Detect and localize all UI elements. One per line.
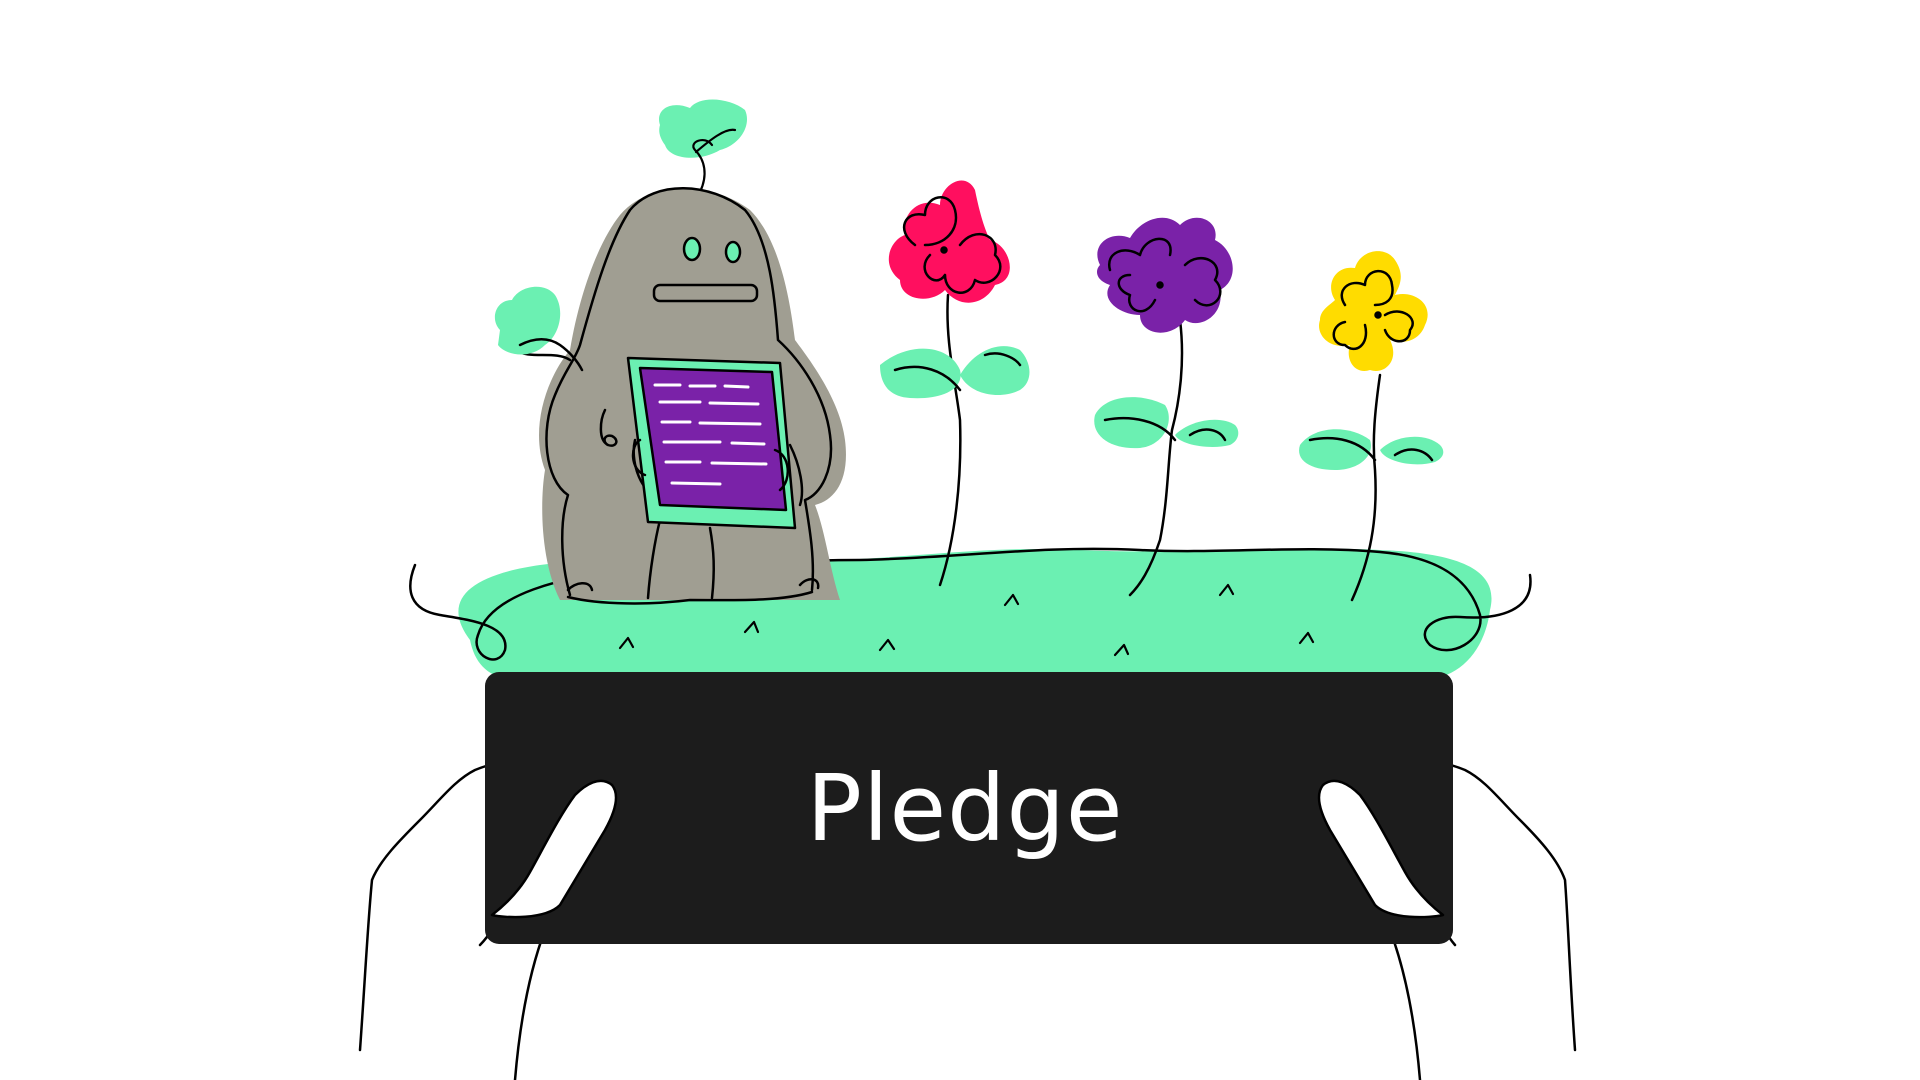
- yellow-flower-icon: [1299, 251, 1444, 602]
- sprout-leaf-icon: [494, 286, 561, 355]
- pink-flower-icon: [880, 180, 1030, 587]
- sprout-leaf-icon: [659, 99, 748, 158]
- pledge-illustration: Pledge: [358, 99, 1577, 1080]
- tablet-icon: [626, 356, 797, 530]
- purple-flower-icon: [1094, 217, 1239, 597]
- sign-label: Pledge: [806, 755, 1123, 862]
- pledge-sign: Pledge: [485, 672, 1453, 944]
